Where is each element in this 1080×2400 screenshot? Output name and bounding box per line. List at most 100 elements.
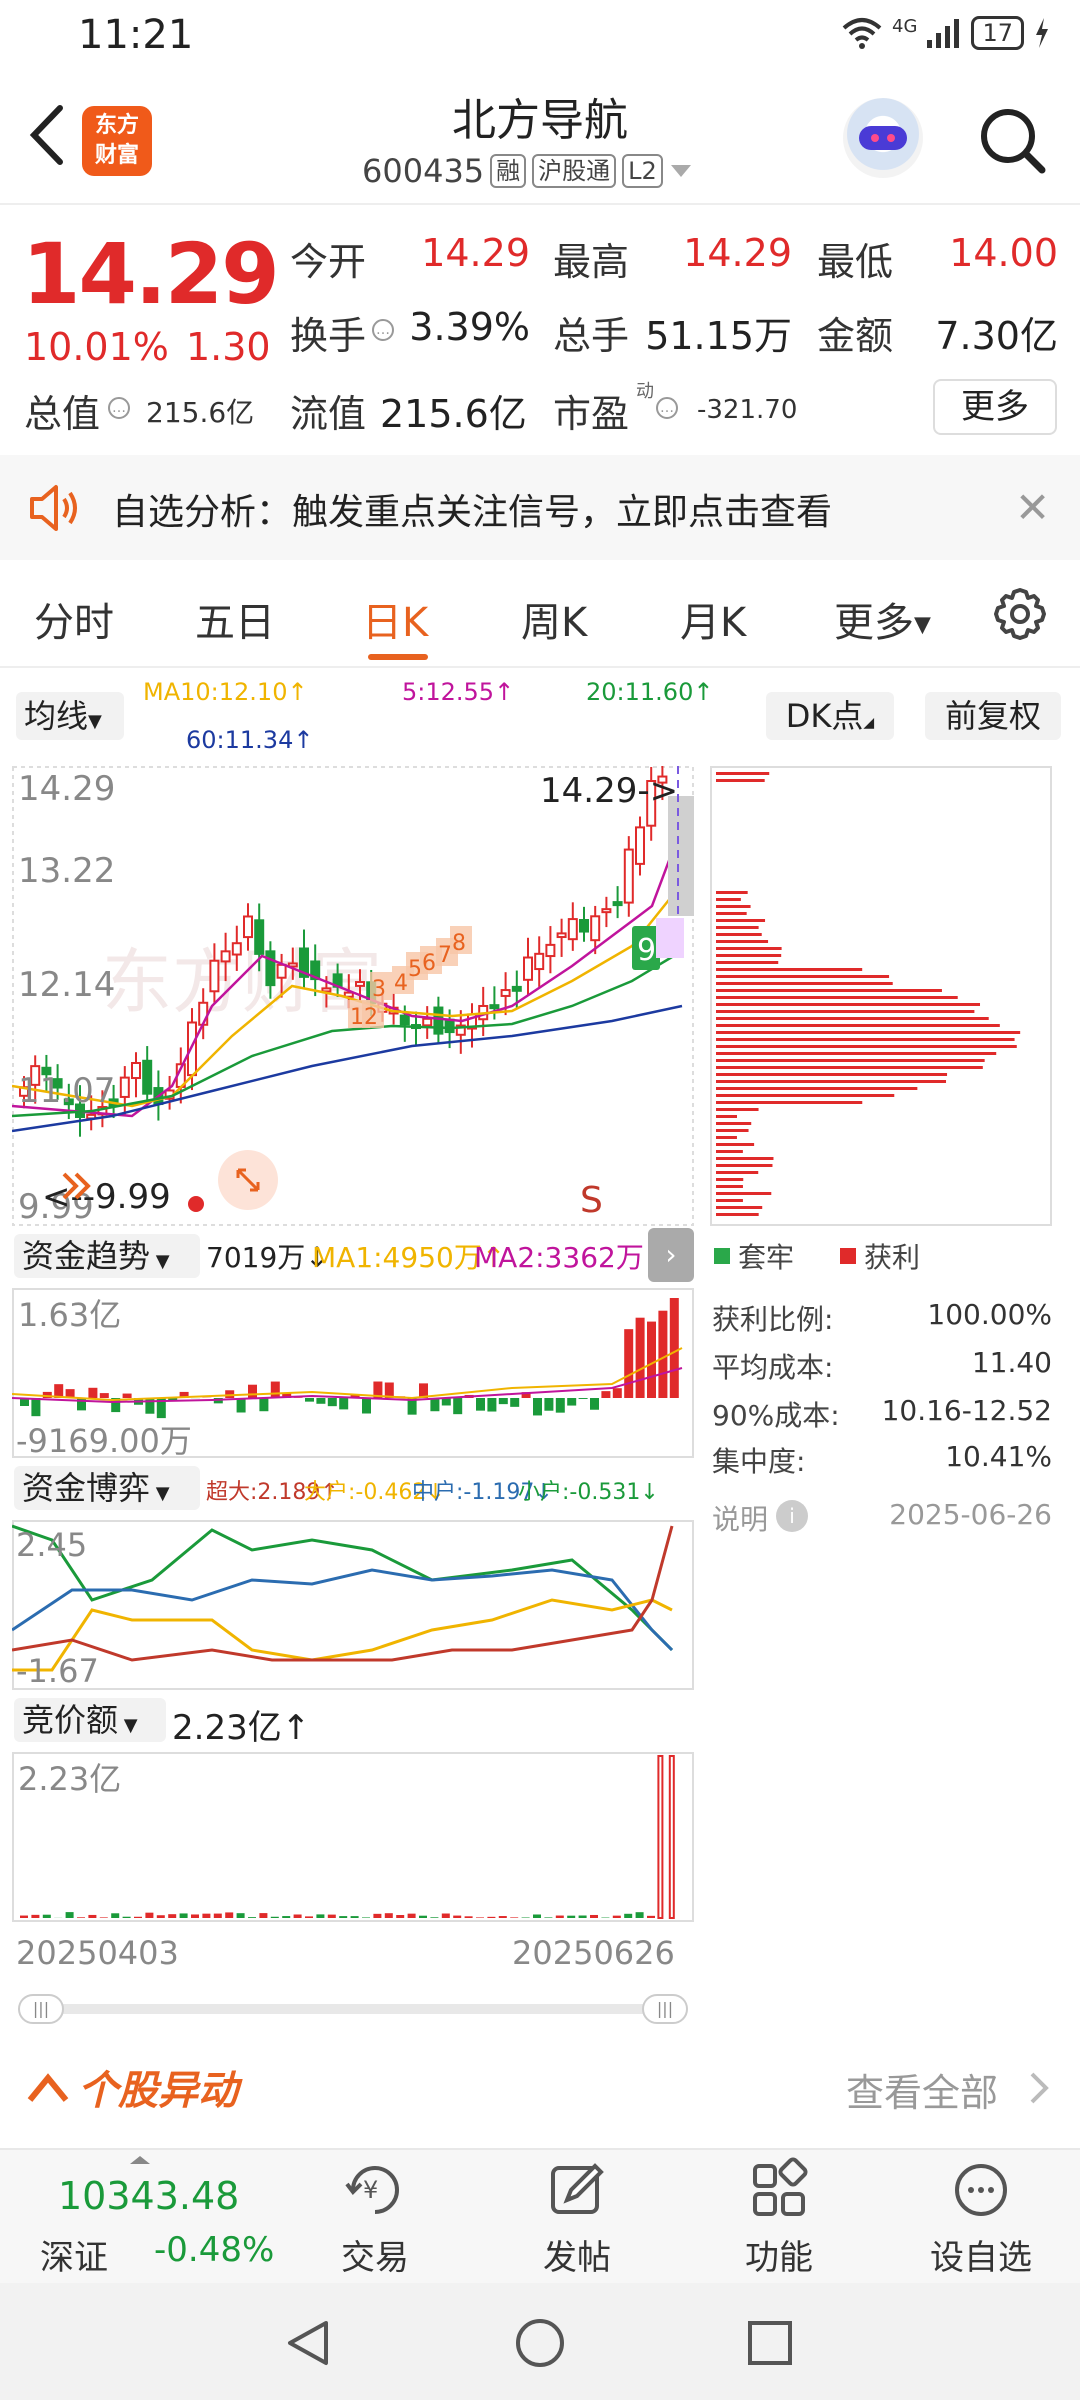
tab-weekly-k[interactable]: 周K: [521, 590, 587, 648]
ma20-value: 20:11.60↑: [586, 678, 714, 706]
dk-point-button[interactable]: DK点◢: [766, 692, 894, 740]
auction-bar: [248, 1917, 256, 1918]
chip-bar: [716, 1171, 759, 1174]
legend-profit-swatch: [840, 1248, 856, 1264]
funds-trend-y-bottom: -9169.00万: [16, 1422, 192, 1458]
nav-trade[interactable]: ¥ 交易: [305, 2156, 445, 2279]
auction-bar: [282, 1916, 291, 1918]
pe-label: 市盈: [553, 392, 630, 436]
tab-monthly-k[interactable]: 月K: [680, 590, 746, 648]
chip-note-label[interactable]: 说明: [712, 1498, 768, 1538]
candle-body: [276, 963, 287, 979]
wifi-icon: [842, 18, 882, 49]
alert-text[interactable]: 自选分析：触发重点关注信号，立即点击查看: [112, 483, 832, 535]
stock-header: 东方 财富 北方导航 600435 融 沪股通 L2: [0, 70, 1080, 205]
funds-trend-bar: [327, 1398, 337, 1407]
market-cap-info-icon[interactable]: …: [108, 397, 130, 419]
change-amount: 1.30: [186, 325, 271, 369]
ma-selector[interactable]: 均线▼: [16, 692, 124, 740]
auction-bar: [270, 1916, 279, 1918]
tab-more[interactable]: 更多▼: [834, 590, 931, 648]
chip-bar: [716, 1178, 744, 1181]
nav-functions[interactable]: 功能: [709, 2156, 849, 2279]
auction-bar: [31, 1914, 40, 1918]
chip-bar: [716, 1066, 983, 1069]
panel-switch-chevron-icon[interactable]: ›: [648, 1228, 694, 1282]
stock-anomaly-section[interactable]: 个股异动 查看全部: [0, 2050, 1080, 2150]
candle-body: [534, 952, 545, 971]
turnover-info-icon[interactable]: …: [372, 319, 394, 341]
stock-code-row[interactable]: 600435 融 沪股通 L2: [362, 152, 693, 190]
chip-bar: [716, 1073, 948, 1076]
funds-game-chart[interactable]: 2.45 -1.67: [12, 1520, 694, 1690]
chevron-right-icon[interactable]: [1028, 2070, 1052, 2106]
index-ticker[interactable]: 10343.48 深证 -0.48%: [0, 2150, 280, 2283]
nav-post[interactable]: 发帖: [507, 2156, 647, 2279]
auction-bar: [77, 1917, 85, 1918]
chip-bar: [716, 940, 769, 943]
auction-bar: [521, 1917, 530, 1918]
tab-intraday[interactable]: 分时: [34, 590, 114, 648]
auction-selector[interactable]: 竞价额 ▼: [14, 1698, 166, 1742]
robot-assistant-avatar[interactable]: [843, 98, 923, 178]
speaker-icon: [30, 485, 77, 531]
funds-trend-ma2: MA2:3362万↑: [474, 1241, 668, 1274]
info-icon[interactable]: i: [776, 1500, 808, 1532]
chip-bar: [716, 1024, 1000, 1027]
pe-info-icon[interactable]: …: [656, 397, 678, 419]
auction-bar: [225, 1912, 234, 1918]
auction-bar: [42, 1914, 51, 1918]
stat-90-cost-label: 90%成本:: [712, 1399, 840, 1432]
auction-bar: [419, 1915, 427, 1918]
candle-body: [523, 956, 533, 981]
y-label-top: 14.29: [18, 769, 115, 809]
range-slider-track[interactable]: [18, 2004, 688, 2014]
alert-banner[interactable]: 自选分析：触发重点关注信号，立即点击查看 ✕: [0, 455, 1080, 560]
stat-avg-cost-value: 11.40: [971, 1346, 1052, 1379]
auction-bar: [487, 1916, 496, 1918]
funds-game-selector[interactable]: 资金博弈 ▼: [14, 1466, 200, 1510]
funds-trend-selector[interactable]: 资金趋势 ▼: [14, 1234, 200, 1278]
tab-daily-k[interactable]: 日K: [362, 590, 428, 648]
funds-trend-bar: [567, 1398, 577, 1406]
system-back-icon[interactable]: [282, 2317, 334, 2369]
system-recents-icon[interactable]: [744, 2317, 796, 2369]
system-home-icon[interactable]: [514, 2317, 566, 2369]
auction-bar: [578, 1915, 587, 1918]
td-number: 5: [408, 957, 422, 982]
chip-bar: [716, 1094, 895, 1097]
event-dot[interactable]: [188, 1196, 204, 1212]
chip-bar: [716, 961, 779, 964]
adjust-mode-button[interactable]: 前复权: [925, 692, 1061, 740]
auction-bar: [612, 1915, 621, 1918]
last-price: 14.29: [22, 225, 280, 323]
range-handle-right[interactable]: |||: [642, 1994, 688, 2024]
open-value: 14.29: [421, 231, 530, 275]
notes-icon[interactable]: [656, 918, 684, 958]
auction-chart[interactable]: 2.23亿: [12, 1752, 694, 1922]
search-icon[interactable]: [978, 106, 1048, 176]
chevron-up-icon[interactable]: [26, 2066, 70, 2106]
close-icon[interactable]: ✕: [1015, 483, 1050, 532]
tab-five-day[interactable]: 五日: [195, 590, 275, 648]
auction-bar: [179, 1913, 188, 1918]
chip-bar: [716, 933, 762, 936]
gear-icon[interactable]: [990, 584, 1050, 644]
chip-bar: [716, 1143, 755, 1146]
funds-trend-selector-label: 资金趋势: [22, 1237, 151, 1275]
range-handle-left[interactable]: |||: [18, 1994, 64, 2024]
more-quote-button[interactable]: 更多: [933, 379, 1057, 435]
stat-concentration-value: 10.41%: [945, 1440, 1052, 1473]
candle-body: [254, 919, 265, 955]
nav-add-watchlist[interactable]: 设自选: [911, 2156, 1051, 2279]
funds-trend-bar: [533, 1398, 542, 1416]
float-cap-value: 215.6亿: [380, 392, 527, 436]
funds-trend-bar: [601, 1391, 611, 1398]
trade-icon: ¥: [345, 2166, 399, 2214]
funds-trend-chart[interactable]: 1.63亿 -9169.00万: [12, 1288, 694, 1458]
auction-bar: [635, 1912, 644, 1918]
view-all-link[interactable]: 查看全部: [846, 2062, 998, 2117]
kline-chart[interactable]: 东方财富 1 23 45 6 7 8 9 14.29 13.22 12.14 11.07 …: [12, 766, 694, 1226]
chip-bar: [716, 905, 751, 908]
pe-value: -321.70: [697, 395, 798, 425]
